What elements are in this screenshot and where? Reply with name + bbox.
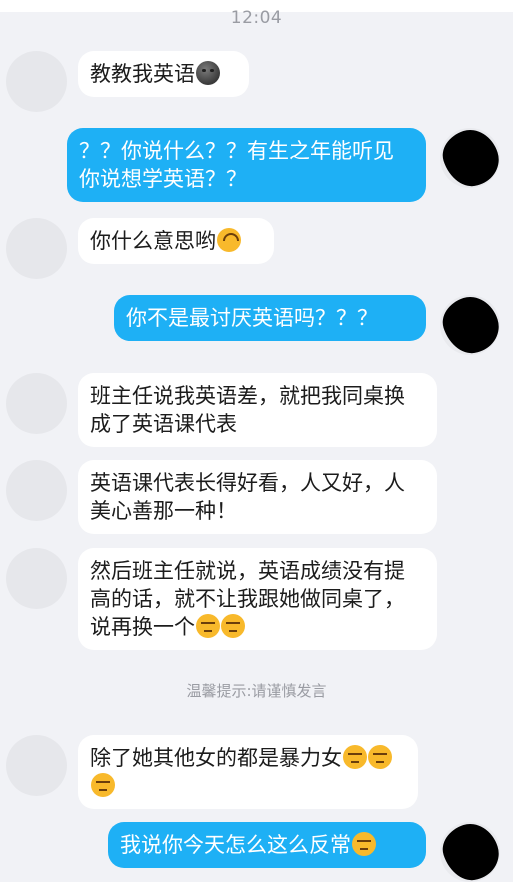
unamused-face-emoji-icon xyxy=(91,773,115,797)
system-tip: 温馨提示:请谨慎发言 xyxy=(186,682,327,700)
message-text: 英语课代表长得好看，人又好，人美心善那一种！ xyxy=(90,471,405,523)
message-bubble-left[interactable]: 教教我英语 xyxy=(78,51,249,97)
avatar[interactable] xyxy=(440,822,500,882)
message-text: 然后班主任就说，英语成绩没有提高的话，就不让我跟她做同桌了，说再换一个 xyxy=(90,559,405,639)
message-bubble-right[interactable]: 我说你今天怎么这么反常 xyxy=(108,822,426,868)
unamused-face-emoji-icon xyxy=(196,614,220,638)
unamused-face-emoji-icon xyxy=(221,614,245,638)
avatar[interactable] xyxy=(6,548,67,609)
avatar[interactable] xyxy=(6,218,67,279)
unamused-face-emoji-icon xyxy=(368,745,392,769)
upside-down-face-emoji-icon xyxy=(217,228,241,252)
unamused-face-emoji-icon xyxy=(343,745,367,769)
message-bubble-left[interactable]: 除了她其他女的都是暴力女 xyxy=(78,735,418,809)
message-bubble-right[interactable]: ？？你说什么？？有生之年能听见你说想学英语？？ xyxy=(67,128,426,202)
message-text: 我说你今天怎么这么反常 xyxy=(120,833,351,857)
avatar[interactable] xyxy=(6,51,67,112)
message-text: ？？你说什么？？有生之年能听见你说想学英语？？ xyxy=(79,139,394,191)
message-bubble-left[interactable]: 英语课代表长得好看，人又好，人美心善那一种！ xyxy=(78,460,437,534)
avatar[interactable] xyxy=(6,460,67,521)
avatar[interactable] xyxy=(6,735,67,796)
avatar[interactable] xyxy=(6,373,67,434)
message-bubble-left[interactable]: 你什么意思哟 xyxy=(78,218,274,264)
message-text: 班主任说我英语差，就把我同桌换成了英语课代表 xyxy=(90,384,405,436)
message-bubble-left[interactable]: 班主任说我英语差，就把我同桌换成了英语课代表 xyxy=(78,373,437,447)
avatar[interactable] xyxy=(440,128,500,188)
message-text: 除了她其他女的都是暴力女 xyxy=(90,746,342,770)
unamused-face-emoji-icon xyxy=(352,832,376,856)
message-bubble-right[interactable]: 你不是最讨厌英语吗？？？ xyxy=(114,295,426,341)
message-text: 你什么意思哟 xyxy=(90,229,216,253)
message-text: 你不是最讨厌英语吗？？？ xyxy=(126,306,378,330)
moon-face-emoji-icon xyxy=(196,61,220,85)
message-text: 教教我英语 xyxy=(90,62,195,86)
avatar[interactable] xyxy=(440,295,500,355)
message-bubble-left[interactable]: 然后班主任就说，英语成绩没有提高的话，就不让我跟她做同桌了，说再换一个 xyxy=(78,548,437,650)
message-time: 12:04 xyxy=(230,8,283,28)
